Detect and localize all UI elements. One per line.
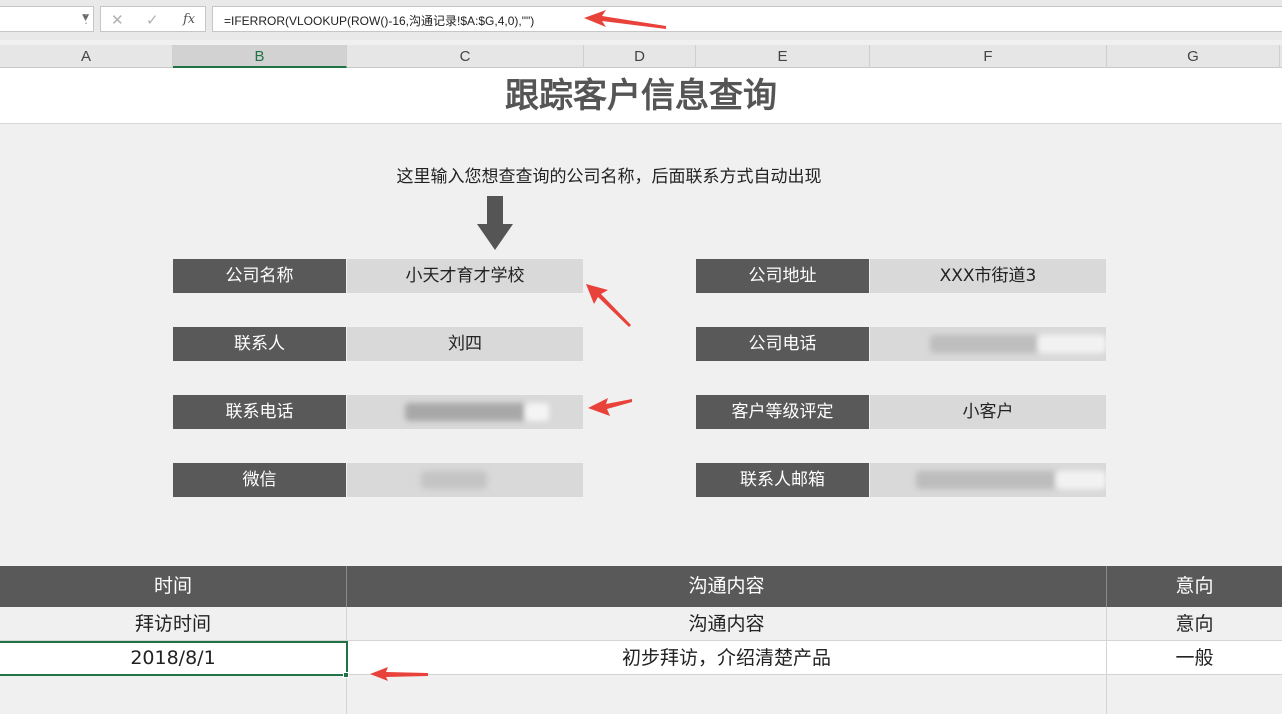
annotation-arrow-company — [586, 284, 631, 327]
contact-value[interactable]: 刘四 — [347, 327, 583, 361]
column-header-d[interactable]: D — [584, 45, 696, 68]
contact-email-label: 联系人邮箱 — [696, 463, 869, 497]
column-header-g[interactable]: G — [1107, 45, 1280, 68]
annotation-arrow-phone — [588, 398, 632, 416]
table-header-content: 沟通内容 — [347, 566, 1107, 607]
column-header-a[interactable]: A — [0, 45, 173, 68]
redacted-blur — [421, 471, 487, 489]
table-header-time: 时间 — [0, 566, 347, 607]
column-header-b[interactable]: B — [173, 45, 347, 68]
contact-email-value[interactable] — [870, 463, 1106, 497]
check-icon[interactable]: ✓ — [146, 11, 159, 29]
phone-label: 联系电话 — [173, 395, 346, 429]
company-address-value[interactable]: XXX市街道3 — [870, 259, 1106, 293]
wechat-label: 微信 — [173, 463, 346, 497]
company-phone-value[interactable] — [870, 327, 1106, 361]
customer-level-value[interactable]: 小客户 — [870, 395, 1106, 429]
formula-input[interactable]: =IFERROR(VLOOKUP(ROW()-16,沟通记录!$A:$G,4,0… — [212, 6, 1282, 32]
down-arrow-icon — [477, 196, 513, 250]
column-header-f[interactable]: F — [870, 45, 1107, 68]
formula-buttons: ✕ ✓ fx — [100, 6, 206, 32]
company-phone-label: 公司电话 — [696, 327, 869, 361]
table-cell[interactable]: 拜访时间 — [0, 607, 347, 641]
company-address-label: 公司地址 — [696, 259, 869, 293]
table-cell-empty[interactable] — [0, 675, 347, 714]
title-row: 跟踪客户信息查询 — [0, 68, 1282, 124]
contact-label: 联系人 — [173, 327, 346, 361]
table-cell[interactable]: 意向 — [1107, 607, 1282, 641]
redacted-blur — [916, 471, 1056, 489]
page-title: 跟踪客户信息查询 — [505, 76, 777, 116]
column-header-bar: A B C D E F G — [0, 45, 1282, 68]
redacted-blur — [1038, 335, 1106, 353]
table-cell[interactable]: 沟通内容 — [347, 607, 1107, 641]
phone-value[interactable] — [347, 395, 583, 429]
fx-icon[interactable]: fx — [183, 12, 195, 27]
column-header-e[interactable]: E — [696, 45, 870, 68]
redacted-blur — [525, 403, 549, 421]
table-cell[interactable]: 初步拜访，介绍清楚产品 — [347, 641, 1107, 675]
company-name-label: 公司名称 — [173, 259, 346, 293]
company-name-input[interactable]: 小天才育才学校 — [347, 259, 583, 293]
redacted-blur — [405, 403, 525, 421]
annotation-arrow-formula — [584, 10, 666, 29]
selected-cell-outline — [0, 641, 348, 676]
redacted-blur — [1056, 471, 1106, 489]
customer-level-label: 客户等级评定 — [696, 395, 869, 429]
table-header-intent: 意向 — [1107, 566, 1282, 607]
annotation-arrow-date — [370, 667, 428, 681]
table-cell[interactable]: 一般 — [1107, 641, 1282, 675]
fill-handle[interactable] — [343, 672, 349, 678]
wechat-value[interactable] — [347, 463, 583, 497]
table-cell-empty[interactable] — [1107, 675, 1282, 714]
redacted-blur — [930, 335, 1038, 353]
cancel-x-icon[interactable]: ✕ — [111, 11, 124, 29]
table-cell-empty[interactable] — [347, 675, 1107, 714]
instruction-text: 这里输入您想查查询的公司名称，后面联系方式自动出现 — [396, 167, 822, 187]
drag-handle-icon[interactable]: ⋮ — [80, 12, 92, 26]
column-header-c[interactable]: C — [347, 45, 584, 68]
